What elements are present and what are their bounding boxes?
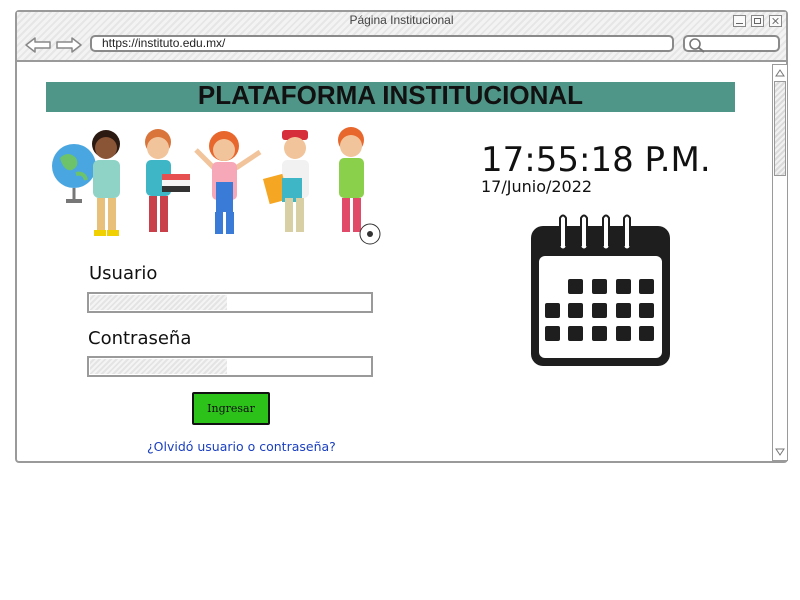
- search-icon: [689, 38, 705, 53]
- students-illustration: [52, 127, 381, 245]
- password-field[interactable]: [87, 356, 373, 377]
- scroll-thumb[interactable]: [774, 81, 786, 176]
- maximize-icon[interactable]: [751, 15, 764, 27]
- vertical-scrollbar[interactable]: [772, 64, 788, 461]
- clock-time: 17:55:18 P.M.: [481, 140, 711, 180]
- password-field-value: [90, 359, 227, 374]
- address-bar[interactable]: https://instituto.edu.mx/: [90, 35, 674, 52]
- scroll-up-icon[interactable]: [774, 67, 786, 79]
- username-field-value: [90, 295, 227, 310]
- calendar-icon: [531, 214, 670, 366]
- window-title: Página Institucional: [349, 13, 454, 27]
- close-icon[interactable]: [769, 15, 782, 27]
- minimize-icon[interactable]: [733, 15, 746, 27]
- username-field[interactable]: [87, 292, 373, 313]
- forgot-credentials-link[interactable]: ¿Olvidó usuario o contraseña?: [147, 439, 336, 454]
- title-bar: Página Institucional https://instituto.e…: [17, 12, 786, 62]
- window-controls: [733, 15, 782, 27]
- username-label: Usuario: [89, 263, 158, 284]
- scroll-down-icon[interactable]: [774, 446, 786, 458]
- back-arrow-icon[interactable]: [24, 36, 52, 54]
- password-label: Contraseña: [88, 328, 192, 349]
- browser-search-box[interactable]: [683, 35, 780, 53]
- clock-date: 17/Junio/2022: [481, 177, 593, 196]
- page-banner: PLATAFORMA INSTITUCIONAL: [46, 82, 735, 112]
- forward-arrow-icon[interactable]: [55, 36, 83, 54]
- login-button[interactable]: Ingresar: [192, 392, 270, 425]
